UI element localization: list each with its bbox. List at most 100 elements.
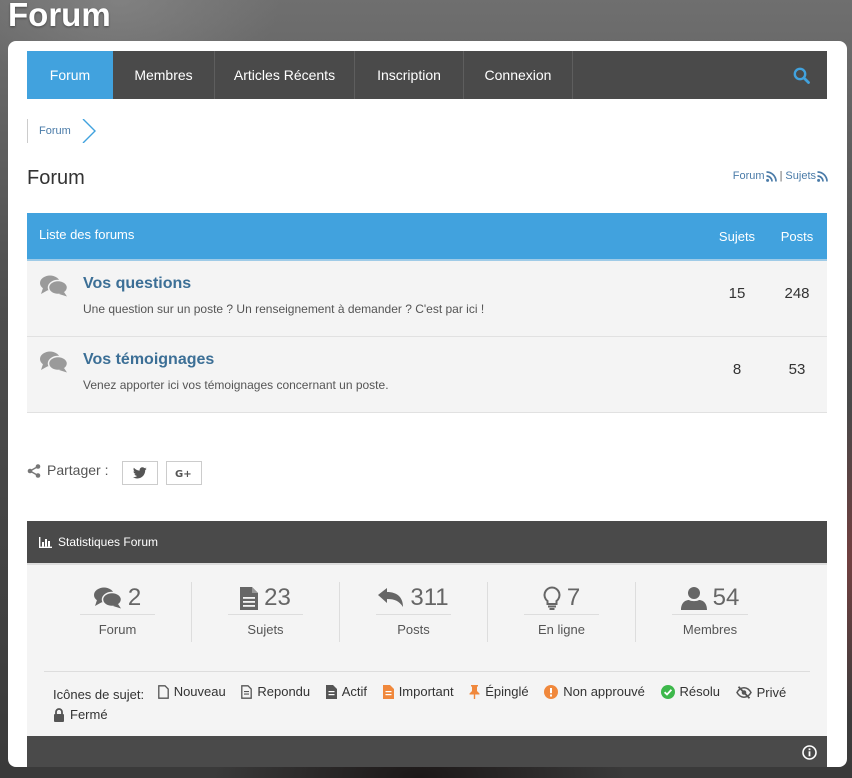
stat-value: 2 bbox=[127, 584, 142, 611]
legend-item-pinned: Épinglé bbox=[469, 682, 529, 702]
nav-item-membres[interactable]: Membres bbox=[113, 51, 215, 99]
exclamation-circle-icon bbox=[544, 685, 559, 699]
comments-icon bbox=[93, 587, 122, 609]
statistics-footer bbox=[27, 736, 827, 767]
stat-label: Forum bbox=[98, 622, 137, 637]
stat-topics: 23 Sujets bbox=[192, 582, 340, 642]
forum-list-table: Liste des forums Sujets Posts Vos questi… bbox=[27, 213, 827, 413]
file-icon bbox=[240, 586, 259, 610]
legend-label: Repondu bbox=[257, 684, 311, 699]
comments-icon bbox=[40, 351, 69, 373]
legend-label: Important bbox=[398, 684, 454, 699]
stat-members: 54 Membres bbox=[636, 582, 784, 642]
forum-posts-count: 53 bbox=[788, 361, 806, 378]
site-title: Forum bbox=[8, 0, 111, 33]
rss-topics-link[interactable]: Sujets bbox=[785, 170, 828, 182]
eye-slash-icon bbox=[735, 686, 752, 699]
rss-icon bbox=[817, 170, 828, 182]
file-text-icon bbox=[325, 685, 337, 699]
column-header-posts: Posts bbox=[780, 228, 814, 244]
stat-value: 7 bbox=[566, 584, 581, 611]
breadcrumb-item-forum[interactable]: Forum bbox=[27, 119, 82, 143]
nav-item-connexion[interactable]: Connexion bbox=[464, 51, 573, 99]
legend-label: Non approuvé bbox=[563, 684, 645, 699]
forum-link-vos-temoignages[interactable]: Vos témoignages bbox=[83, 351, 707, 369]
legend-item-new: Nouveau bbox=[157, 682, 226, 702]
main-navbar: Forum Membres Articles Récents Inscripti… bbox=[27, 51, 827, 99]
forum-topics-count: 8 bbox=[732, 361, 742, 378]
legend-title: Icônes de sujet: bbox=[53, 687, 145, 702]
stat-label: Sujets bbox=[247, 622, 284, 637]
nav-item-articles-recents[interactable]: Articles Récents bbox=[215, 51, 355, 99]
info-icon[interactable] bbox=[802, 745, 817, 760]
legend-item-active: Actif bbox=[325, 682, 368, 702]
legend-item-unapproved: Non approuvé bbox=[544, 682, 645, 702]
check-circle-icon bbox=[660, 685, 675, 699]
forum-description: Venez apporter ici vos témoignages conce… bbox=[83, 378, 389, 392]
stat-label: Membres bbox=[682, 622, 738, 637]
thumbtack-icon bbox=[469, 685, 480, 699]
twitter-icon bbox=[133, 467, 148, 479]
svg-text:G+: G+ bbox=[175, 469, 192, 479]
legend-item-replied: Repondu bbox=[241, 682, 310, 702]
nav-item-inscription[interactable]: Inscription bbox=[355, 51, 464, 99]
share-label: Partager : bbox=[47, 462, 109, 478]
reply-icon bbox=[378, 588, 404, 607]
forum-list-header: Liste des forums Sujets Posts bbox=[27, 213, 827, 261]
rss-forum-label: Forum bbox=[732, 170, 765, 182]
stat-label: En ligne bbox=[538, 622, 585, 637]
legend-item-solved: Résolu bbox=[660, 682, 720, 702]
column-header-topics: Sujets bbox=[718, 228, 756, 244]
legend-label: Actif bbox=[341, 684, 368, 699]
forum-list-title: Liste des forums bbox=[39, 226, 135, 242]
forum-posts-count: 248 bbox=[784, 285, 810, 302]
forum-statistics: Statistiques Forum 2 Forum 23 Sujets 311… bbox=[27, 521, 827, 737]
stat-online: 7 En ligne bbox=[488, 582, 636, 642]
statistics-title: Statistiques Forum bbox=[58, 535, 159, 549]
google-plus-icon: G+ bbox=[175, 469, 192, 479]
rss-links: Forum | Sujets bbox=[733, 170, 828, 182]
lightbulb-icon bbox=[543, 586, 561, 610]
rss-icon bbox=[765, 170, 777, 182]
legend-label: Épinglé bbox=[485, 684, 529, 699]
legend-item-closed: Fermé bbox=[53, 705, 108, 725]
file-outline-icon bbox=[157, 685, 169, 699]
bar-chart-icon bbox=[39, 536, 52, 548]
statistics-header: Statistiques Forum bbox=[27, 521, 827, 565]
statistics-body: 2 Forum 23 Sujets 311 Posts 7 En ligne 5… bbox=[27, 565, 827, 737]
search-icon bbox=[793, 67, 810, 84]
user-icon bbox=[680, 586, 707, 610]
search-button[interactable] bbox=[775, 51, 827, 99]
nav-item-forum[interactable]: Forum bbox=[27, 51, 113, 99]
legend-label: Nouveau bbox=[173, 684, 226, 699]
stat-forums: 2 Forum bbox=[44, 582, 192, 642]
share-googleplus-button[interactable]: G+ bbox=[166, 461, 203, 485]
forum-link-vos-questions[interactable]: Vos questions bbox=[83, 275, 707, 293]
comments-icon bbox=[40, 275, 69, 297]
forum-row: Vos questions Une question sur un poste … bbox=[27, 261, 827, 337]
main-panel: Forum Membres Articles Récents Inscripti… bbox=[8, 41, 847, 767]
legend-label: Fermé bbox=[70, 707, 108, 722]
legend-label: Privé bbox=[756, 684, 787, 700]
file-text-outline-icon bbox=[241, 685, 253, 699]
page-title: Forum bbox=[27, 167, 85, 189]
forum-description: Une question sur un poste ? Un renseigne… bbox=[83, 302, 485, 316]
breadcrumb: Forum bbox=[27, 119, 96, 143]
topic-icons-legend: Icônes de sujet: Nouveau Repondu Actif I… bbox=[44, 671, 810, 728]
rss-topics-label: Sujets bbox=[785, 170, 816, 182]
breadcrumb-chevron-icon bbox=[82, 119, 96, 143]
legend-item-important: Important bbox=[382, 682, 454, 702]
rss-separator: | bbox=[779, 170, 783, 182]
forum-topics-count: 15 bbox=[728, 285, 746, 302]
rss-forum-link[interactable]: Forum bbox=[733, 170, 777, 182]
share-icon bbox=[27, 464, 41, 478]
stat-value: 23 bbox=[264, 584, 291, 611]
legend-item-private: Privé bbox=[735, 683, 787, 703]
lock-icon bbox=[54, 708, 64, 722]
share-bar: Partager : G+ bbox=[27, 455, 210, 485]
stat-value: 311 bbox=[410, 584, 449, 611]
legend-label: Résolu bbox=[679, 684, 720, 699]
stat-value: 54 bbox=[712, 584, 740, 611]
share-twitter-button[interactable] bbox=[122, 461, 159, 485]
stat-posts: 311 Posts bbox=[340, 582, 488, 642]
